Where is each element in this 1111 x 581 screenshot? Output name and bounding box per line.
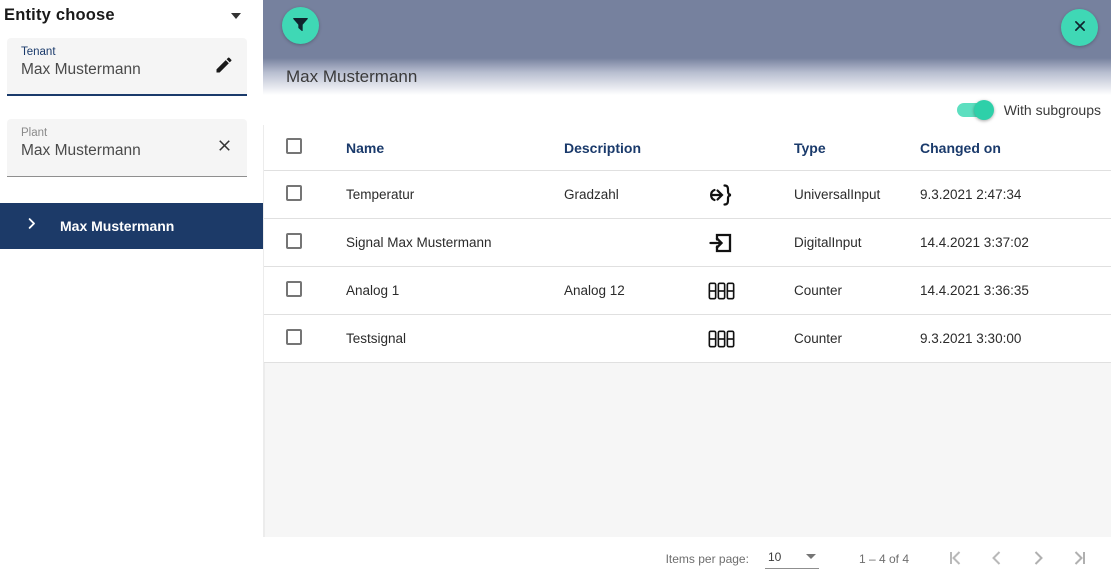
next-page-icon <box>1026 546 1050 573</box>
pencil-icon <box>214 55 234 78</box>
previous-page-icon <box>985 546 1009 573</box>
counter-icon <box>708 330 794 348</box>
chevron-right-icon <box>24 216 39 236</box>
table-row[interactable]: Signal Max Mustermann DigitalInput 14.4.… <box>264 219 1111 267</box>
items-per-page-value: 10 <box>768 550 781 564</box>
first-page-button[interactable] <box>935 539 976 579</box>
header-description: Description <box>564 140 708 156</box>
cell-changed-on: 14.4.2021 3:37:02 <box>920 235 1111 250</box>
row-checkbox[interactable] <box>286 281 302 297</box>
items-per-page-select[interactable]: 10 <box>765 550 819 569</box>
plant-field-value: Max Mustermann <box>21 142 203 160</box>
cell-type: Counter <box>794 331 920 346</box>
paginator: Items per page: 10 1 – 4 of 4 <box>263 537 1111 581</box>
last-page-icon <box>1067 546 1091 573</box>
funnel-icon <box>291 15 310 37</box>
close-button[interactable] <box>1061 9 1098 46</box>
table-row[interactable]: Testsignal Counter 9.3.2021 3:30:00 <box>264 315 1111 363</box>
sidebar: Entity choose Tenant Max Mustermann Plan… <box>0 0 263 581</box>
table-header-row: Name Description Type Changed on <box>264 125 1111 171</box>
cell-changed-on: 9.3.2021 3:30:00 <box>920 331 1111 346</box>
cell-type: DigitalInput <box>794 235 920 250</box>
row-checkbox[interactable] <box>286 329 302 345</box>
tenant-field[interactable]: Tenant Max Mustermann <box>7 38 247 96</box>
sidebar-tree-item-max-mustermann[interactable]: Max Mustermann <box>0 203 263 249</box>
tenant-field-label: Tenant <box>21 46 203 58</box>
counter-icon <box>708 282 794 300</box>
cell-name: Signal Max Mustermann <box>346 235 564 250</box>
collapse-caret-icon[interactable] <box>231 13 241 19</box>
header-name: Name <box>346 140 564 156</box>
row-checkbox[interactable] <box>286 233 302 249</box>
cell-name: Temperatur <box>346 187 564 202</box>
last-page-button[interactable] <box>1058 539 1099 579</box>
signals-panel: Max Mustermann With subgroups Name Descr… <box>263 0 1111 581</box>
select-all-checkbox[interactable] <box>286 138 302 154</box>
signals-table: Name Description Type Changed on Tempera… <box>263 125 1111 537</box>
cell-name: Testsignal <box>346 331 564 346</box>
filter-button[interactable] <box>282 7 319 44</box>
entity-choose-app: Entity choose Tenant Max Mustermann Plan… <box>0 0 1111 581</box>
clear-x-icon <box>215 136 234 158</box>
digital-input-icon <box>708 230 794 256</box>
cell-changed-on: 14.4.2021 3:36:35 <box>920 283 1111 298</box>
edit-tenant-button[interactable] <box>211 53 237 79</box>
next-page-button[interactable] <box>1017 539 1058 579</box>
header-changed-on: Changed on <box>920 140 1111 156</box>
cell-description: Gradzahl <box>564 187 708 202</box>
cell-changed-on: 9.3.2021 2:47:34 <box>920 187 1111 202</box>
table-row[interactable]: Temperatur Gradzahl UniversalInput 9.3.2… <box>264 171 1111 219</box>
sidebar-title: Entity choose <box>4 6 115 25</box>
cell-type: Counter <box>794 283 920 298</box>
table-empty-area <box>264 363 1111 537</box>
select-caret-icon <box>806 554 816 559</box>
panel-title-bar: Max Mustermann <box>263 58 1111 95</box>
subgroups-toggle-row: With subgroups <box>263 95 1111 125</box>
table-row[interactable]: Analog 1 Analog 12 Counter 14.4.2021 3:3… <box>264 267 1111 315</box>
cell-description: Analog 12 <box>564 283 708 298</box>
panel-title: Max Mustermann <box>286 67 417 87</box>
row-checkbox[interactable] <box>286 185 302 201</box>
cell-type: UniversalInput <box>794 187 920 202</box>
first-page-icon <box>944 546 968 573</box>
clear-plant-button[interactable] <box>211 134 237 160</box>
previous-page-button[interactable] <box>976 539 1017 579</box>
sidebar-header: Entity choose <box>0 0 263 26</box>
page-range-label: 1 – 4 of 4 <box>859 552 909 566</box>
panel-topbar <box>263 0 1111 58</box>
universal-input-icon <box>708 182 794 208</box>
close-x-icon <box>1071 17 1089 38</box>
with-subgroups-label: With subgroups <box>1004 102 1101 118</box>
items-per-page-label: Items per page: <box>666 552 749 566</box>
with-subgroups-toggle[interactable] <box>957 103 991 117</box>
plant-field[interactable]: Plant Max Mustermann <box>7 119 247 177</box>
tree-item-label: Max Mustermann <box>60 218 174 234</box>
cell-name: Analog 1 <box>346 283 564 298</box>
plant-field-label: Plant <box>21 127 203 139</box>
tenant-field-value: Max Mustermann <box>21 61 203 79</box>
header-type: Type <box>794 140 920 156</box>
toggle-thumb <box>974 100 994 120</box>
